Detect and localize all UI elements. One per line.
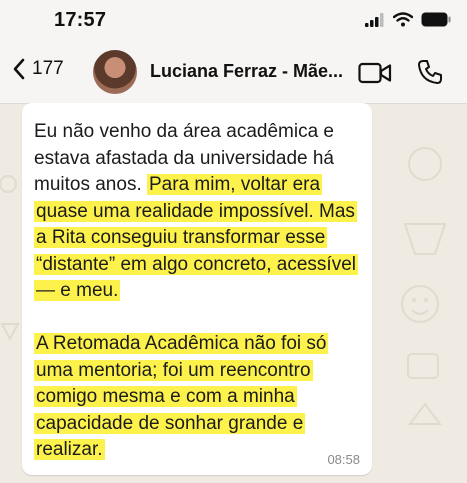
back-button[interactable]: 177 [12,58,64,80]
avatar[interactable] [93,50,137,94]
wifi-icon [393,12,413,27]
highlighted-text: A Retomada Acadêmica não foi só uma ment… [34,333,329,460]
chat-header: 177 Luciana Ferraz - Mãe... [0,42,467,104]
status-time: 17:57 [54,9,107,31]
message-bubble[interactable]: Eu não venho da área acadêmica e estava … [22,103,372,475]
message-text: Eu não venho da área acadêmica e estava … [34,119,364,464]
wallpaper-doodle-icon [0,175,20,342]
status-icons [365,12,451,27]
contact-name[interactable]: Luciana Ferraz - Mãe... [150,61,350,82]
phone-call-icon[interactable] [417,59,443,85]
back-chevron-icon [13,58,25,80]
wallpaper-doodle-icon [401,147,447,425]
signal-icon [365,12,384,27]
video-call-icon[interactable] [358,61,392,85]
status-bar: 17:57 [0,0,467,42]
message-paragraph-1: Eu não venho da área acadêmica e estava … [34,119,364,305]
message-timestamp: 08:58 [327,452,360,467]
unread-count: 177 [32,58,64,79]
message-paragraph-2: A Retomada Acadêmica não foi só uma ment… [34,331,364,464]
battery-icon [421,12,451,27]
